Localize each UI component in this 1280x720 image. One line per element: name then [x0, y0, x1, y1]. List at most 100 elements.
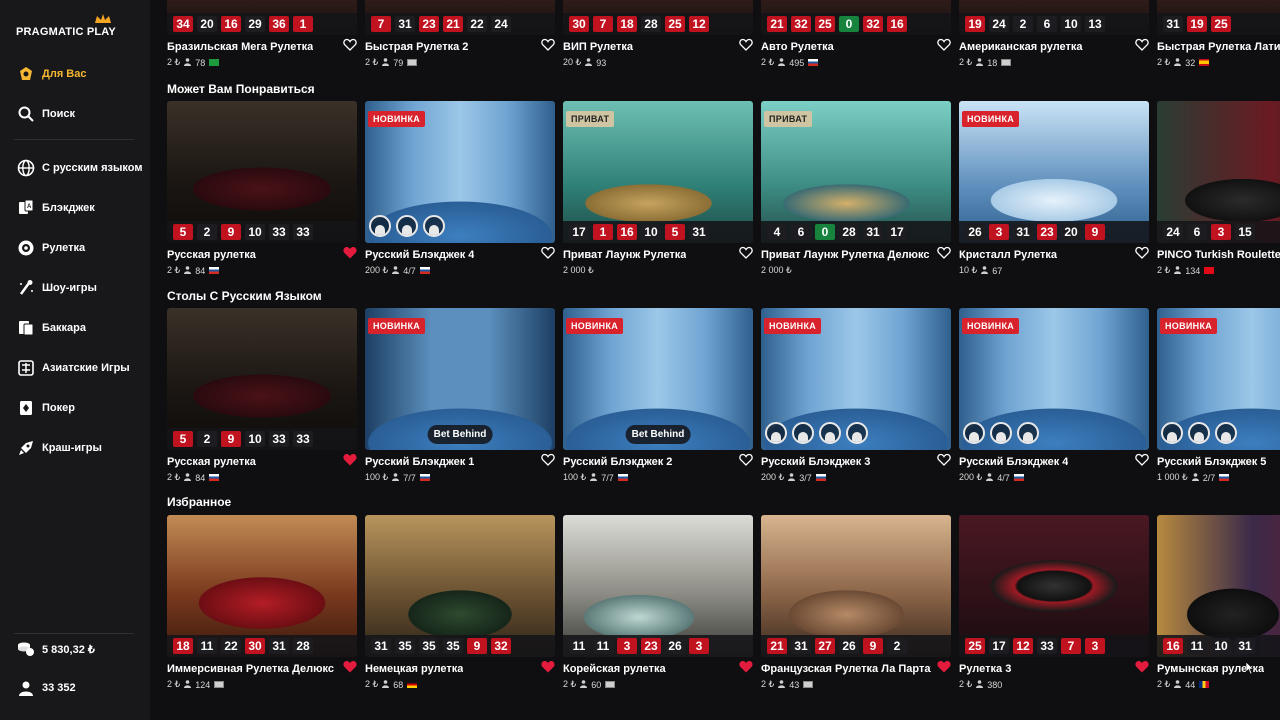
game-card[interactable]: НОВИНКА› Русский Блэкджек 5 1 000 ₺ 2/7: [1157, 308, 1280, 483]
game-card[interactable]: 34 20 16 29 36 1 Бразильская Мега Рулетка 2 ₺ 78: [167, 0, 357, 68]
favorite-heart-icon[interactable]: [937, 38, 951, 56]
game-thumbnail[interactable]: НОВИНКА 26 3 31 23 20 9: [959, 101, 1149, 243]
seat-icon[interactable]: [423, 215, 445, 237]
game-thumbnail[interactable]: НОВИНКА: [365, 101, 555, 243]
seat-icon[interactable]: [819, 422, 841, 444]
favorite-heart-icon[interactable]: [739, 38, 753, 56]
favorite-heart-icon[interactable]: [937, 660, 951, 678]
game-card[interactable]: 246315› PINCO Turkish Roulette 2 ₺ 134: [1157, 101, 1280, 276]
balance-value: 5 830,32 ₺: [42, 643, 95, 656]
favorite-heart-icon[interactable]: [541, 660, 555, 678]
favorite-heart-icon[interactable]: [1135, 453, 1149, 471]
game-card[interactable]: 5 2 9 10 33 33 Русская рулетка 2 ₺ 84: [167, 101, 357, 276]
game-card[interactable]: НОВИНКА Bet Behind Русский Блэкджек 1 100 ₺…: [365, 308, 555, 483]
seat-icon[interactable]: [765, 422, 787, 444]
game-card[interactable]: 30 7 18 28 25 12 ВИП Рулетка 20 ₺ 93: [563, 0, 753, 68]
sidebar-item-roulette[interactable]: Рулетка: [0, 230, 150, 266]
language-flag-icon: [1013, 474, 1024, 481]
game-thumbnail[interactable]: 21 32 25 0 32 16: [761, 0, 951, 35]
game-thumbnail[interactable]: 31 35 35 35 9 32: [365, 515, 555, 657]
game-thumbnail[interactable]: НОВИНКА›: [1157, 308, 1280, 450]
seat-icon[interactable]: [1161, 422, 1183, 444]
favorite-heart-icon[interactable]: [1135, 38, 1149, 56]
seat-icon[interactable]: [1215, 422, 1237, 444]
game-thumbnail[interactable]: НОВИНКА Bet Behind: [365, 308, 555, 450]
sidebar-item-globe[interactable]: С русским языком: [0, 150, 150, 186]
seat-icon[interactable]: [396, 215, 418, 237]
seat-icon[interactable]: [1017, 422, 1039, 444]
game-card[interactable]: 5 2 9 10 33 33 Русская рулетка 2 ₺ 84: [167, 308, 357, 483]
game-thumbnail[interactable]: 311925›: [1157, 0, 1280, 35]
favorite-heart-icon[interactable]: [541, 453, 555, 471]
game-thumbnail[interactable]: НОВИНКА Bet Behind: [563, 308, 753, 450]
favorite-heart-icon[interactable]: [541, 246, 555, 264]
favorite-heart-icon[interactable]: [739, 660, 753, 678]
game-thumbnail[interactable]: 21 31 27 26 9 2: [761, 515, 951, 657]
game-card[interactable]: 18 11 22 30 31 28 Иммерсивная Рулетка Делюкс 2 …: [167, 515, 357, 690]
game-card[interactable]: НОВИНКА 26 3 31 23 20 9 Кристалл Рулетка 10 ₺ 67: [959, 101, 1149, 276]
result-number: 9: [221, 224, 241, 240]
game-card[interactable]: НОВИНКА Русский Блэкджек 3 200 ₺ 3/7: [761, 308, 951, 483]
sidebar-item-baccarat[interactable]: Баккара: [0, 310, 150, 346]
game-thumbnail[interactable]: 5 2 9 10 33 33: [167, 308, 357, 450]
game-thumbnail[interactable]: 16111031›: [1157, 515, 1280, 657]
sidebar-item-poker[interactable]: Покер: [0, 390, 150, 426]
sidebar-item-asian-games[interactable]: Азиатские Игры: [0, 350, 150, 386]
game-thumbnail[interactable]: 19 24 2 6 10 13: [959, 0, 1149, 35]
game-card[interactable]: 25 17 12 33 7 3 Рулетка 3 2 ₺ 380: [959, 515, 1149, 690]
game-card[interactable]: 31 35 35 35 9 32 Немецкая рулетка 2 ₺ 68: [365, 515, 555, 690]
game-card[interactable]: 19 24 2 6 10 13 Американская рулетка 2 ₺ 18: [959, 0, 1149, 68]
game-thumbnail[interactable]: НОВИНКА: [761, 308, 951, 450]
game-thumbnail[interactable]: ПРИВАТ 17 1 16 10 5 31: [563, 101, 753, 243]
game-thumbnail[interactable]: 30 7 18 28 25 12: [563, 0, 753, 35]
game-thumbnail[interactable]: 18 11 22 30 31 28: [167, 515, 357, 657]
seat-icon[interactable]: [846, 422, 868, 444]
game-card[interactable]: 21 31 27 26 9 2 Французская Рулетка Ла Партаж 2…: [761, 515, 951, 690]
favorite-heart-icon[interactable]: [1135, 246, 1149, 264]
game-card[interactable]: 11 11 3 23 26 3 Корейская рулетка 2 ₺ 60: [563, 515, 753, 690]
bet-behind-button[interactable]: Bet Behind: [427, 425, 493, 444]
seat-icon[interactable]: [1188, 422, 1210, 444]
seat-icon[interactable]: [990, 422, 1012, 444]
sidebar-item-crash-games[interactable]: Краш-игры: [0, 430, 150, 466]
game-card[interactable]: ПРИВАТ 4 6 0 28 31 17 Приват Лаунж Рулетка Делю…: [761, 101, 951, 275]
game-thumbnail[interactable]: 5 2 9 10 33 33: [167, 101, 357, 243]
sidebar-item-show-games[interactable]: Шоу-игры: [0, 270, 150, 306]
game-thumbnail[interactable]: 11 11 3 23 26 3: [563, 515, 753, 657]
game-card[interactable]: ПРИВАТ 17 1 16 10 5 31 Приват Лаунж Рулетка 2 00…: [563, 101, 753, 275]
game-thumbnail[interactable]: НОВИНКА: [959, 308, 1149, 450]
result-number: 31: [863, 224, 883, 240]
favorite-heart-icon[interactable]: [739, 453, 753, 471]
seat-icon[interactable]: [792, 422, 814, 444]
sidebar-item-for-you[interactable]: Для Вас: [0, 56, 150, 92]
favorite-heart-icon[interactable]: [541, 38, 555, 56]
pragmatic-play-logo[interactable]: PRAGMATIC PLAY: [14, 14, 124, 46]
game-thumbnail[interactable]: ПРИВАТ 4 6 0 28 31 17: [761, 101, 951, 243]
min-bet: 200 ₺: [761, 472, 785, 482]
game-card[interactable]: НОВИНКА Русский Блэкджек 4 200 ₺ 4/7: [959, 308, 1149, 483]
seat-icon[interactable]: [963, 422, 985, 444]
favorite-heart-icon[interactable]: [739, 246, 753, 264]
game-card[interactable]: 7 31 23 21 22 24 Быстрая Рулетка 2 2 ₺ 79: [365, 0, 555, 68]
favorite-heart-icon[interactable]: [343, 38, 357, 56]
favorite-heart-icon[interactable]: [343, 246, 357, 264]
sidebar-item-search[interactable]: Поиск: [0, 96, 150, 132]
game-card[interactable]: 16111031› Румынская рулетка 2 ₺ 44: [1157, 515, 1280, 690]
favorite-heart-icon[interactable]: [1135, 660, 1149, 678]
favorite-heart-icon[interactable]: [937, 246, 951, 264]
game-card[interactable]: 311925› Быстрая Рулетка Латино 2 ₺ 32: [1157, 0, 1280, 68]
result-number: 2: [197, 224, 217, 240]
game-card[interactable]: НОВИНКА Bet Behind Русский Блэкджек 2 100 ₺…: [563, 308, 753, 483]
favorite-heart-icon[interactable]: [343, 453, 357, 471]
game-card[interactable]: НОВИНКА Русский Блэкджек 4 200 ₺ 4/7: [365, 101, 555, 276]
game-thumbnail[interactable]: 25 17 12 33 7 3: [959, 515, 1149, 657]
game-thumbnail[interactable]: 34 20 16 29 36 1: [167, 0, 357, 35]
game-thumbnail[interactable]: 246315›: [1157, 101, 1280, 243]
favorite-heart-icon[interactable]: [937, 453, 951, 471]
game-card[interactable]: 21 32 25 0 32 16 Авто Рулетка 2 ₺ 495: [761, 0, 951, 68]
sidebar-item-blackjack[interactable]: A Блэкджек: [0, 190, 150, 226]
game-thumbnail[interactable]: 7 31 23 21 22 24: [365, 0, 555, 35]
bet-behind-button[interactable]: Bet Behind: [625, 425, 691, 444]
seat-icon[interactable]: [369, 215, 391, 237]
favorite-heart-icon[interactable]: [343, 660, 357, 678]
